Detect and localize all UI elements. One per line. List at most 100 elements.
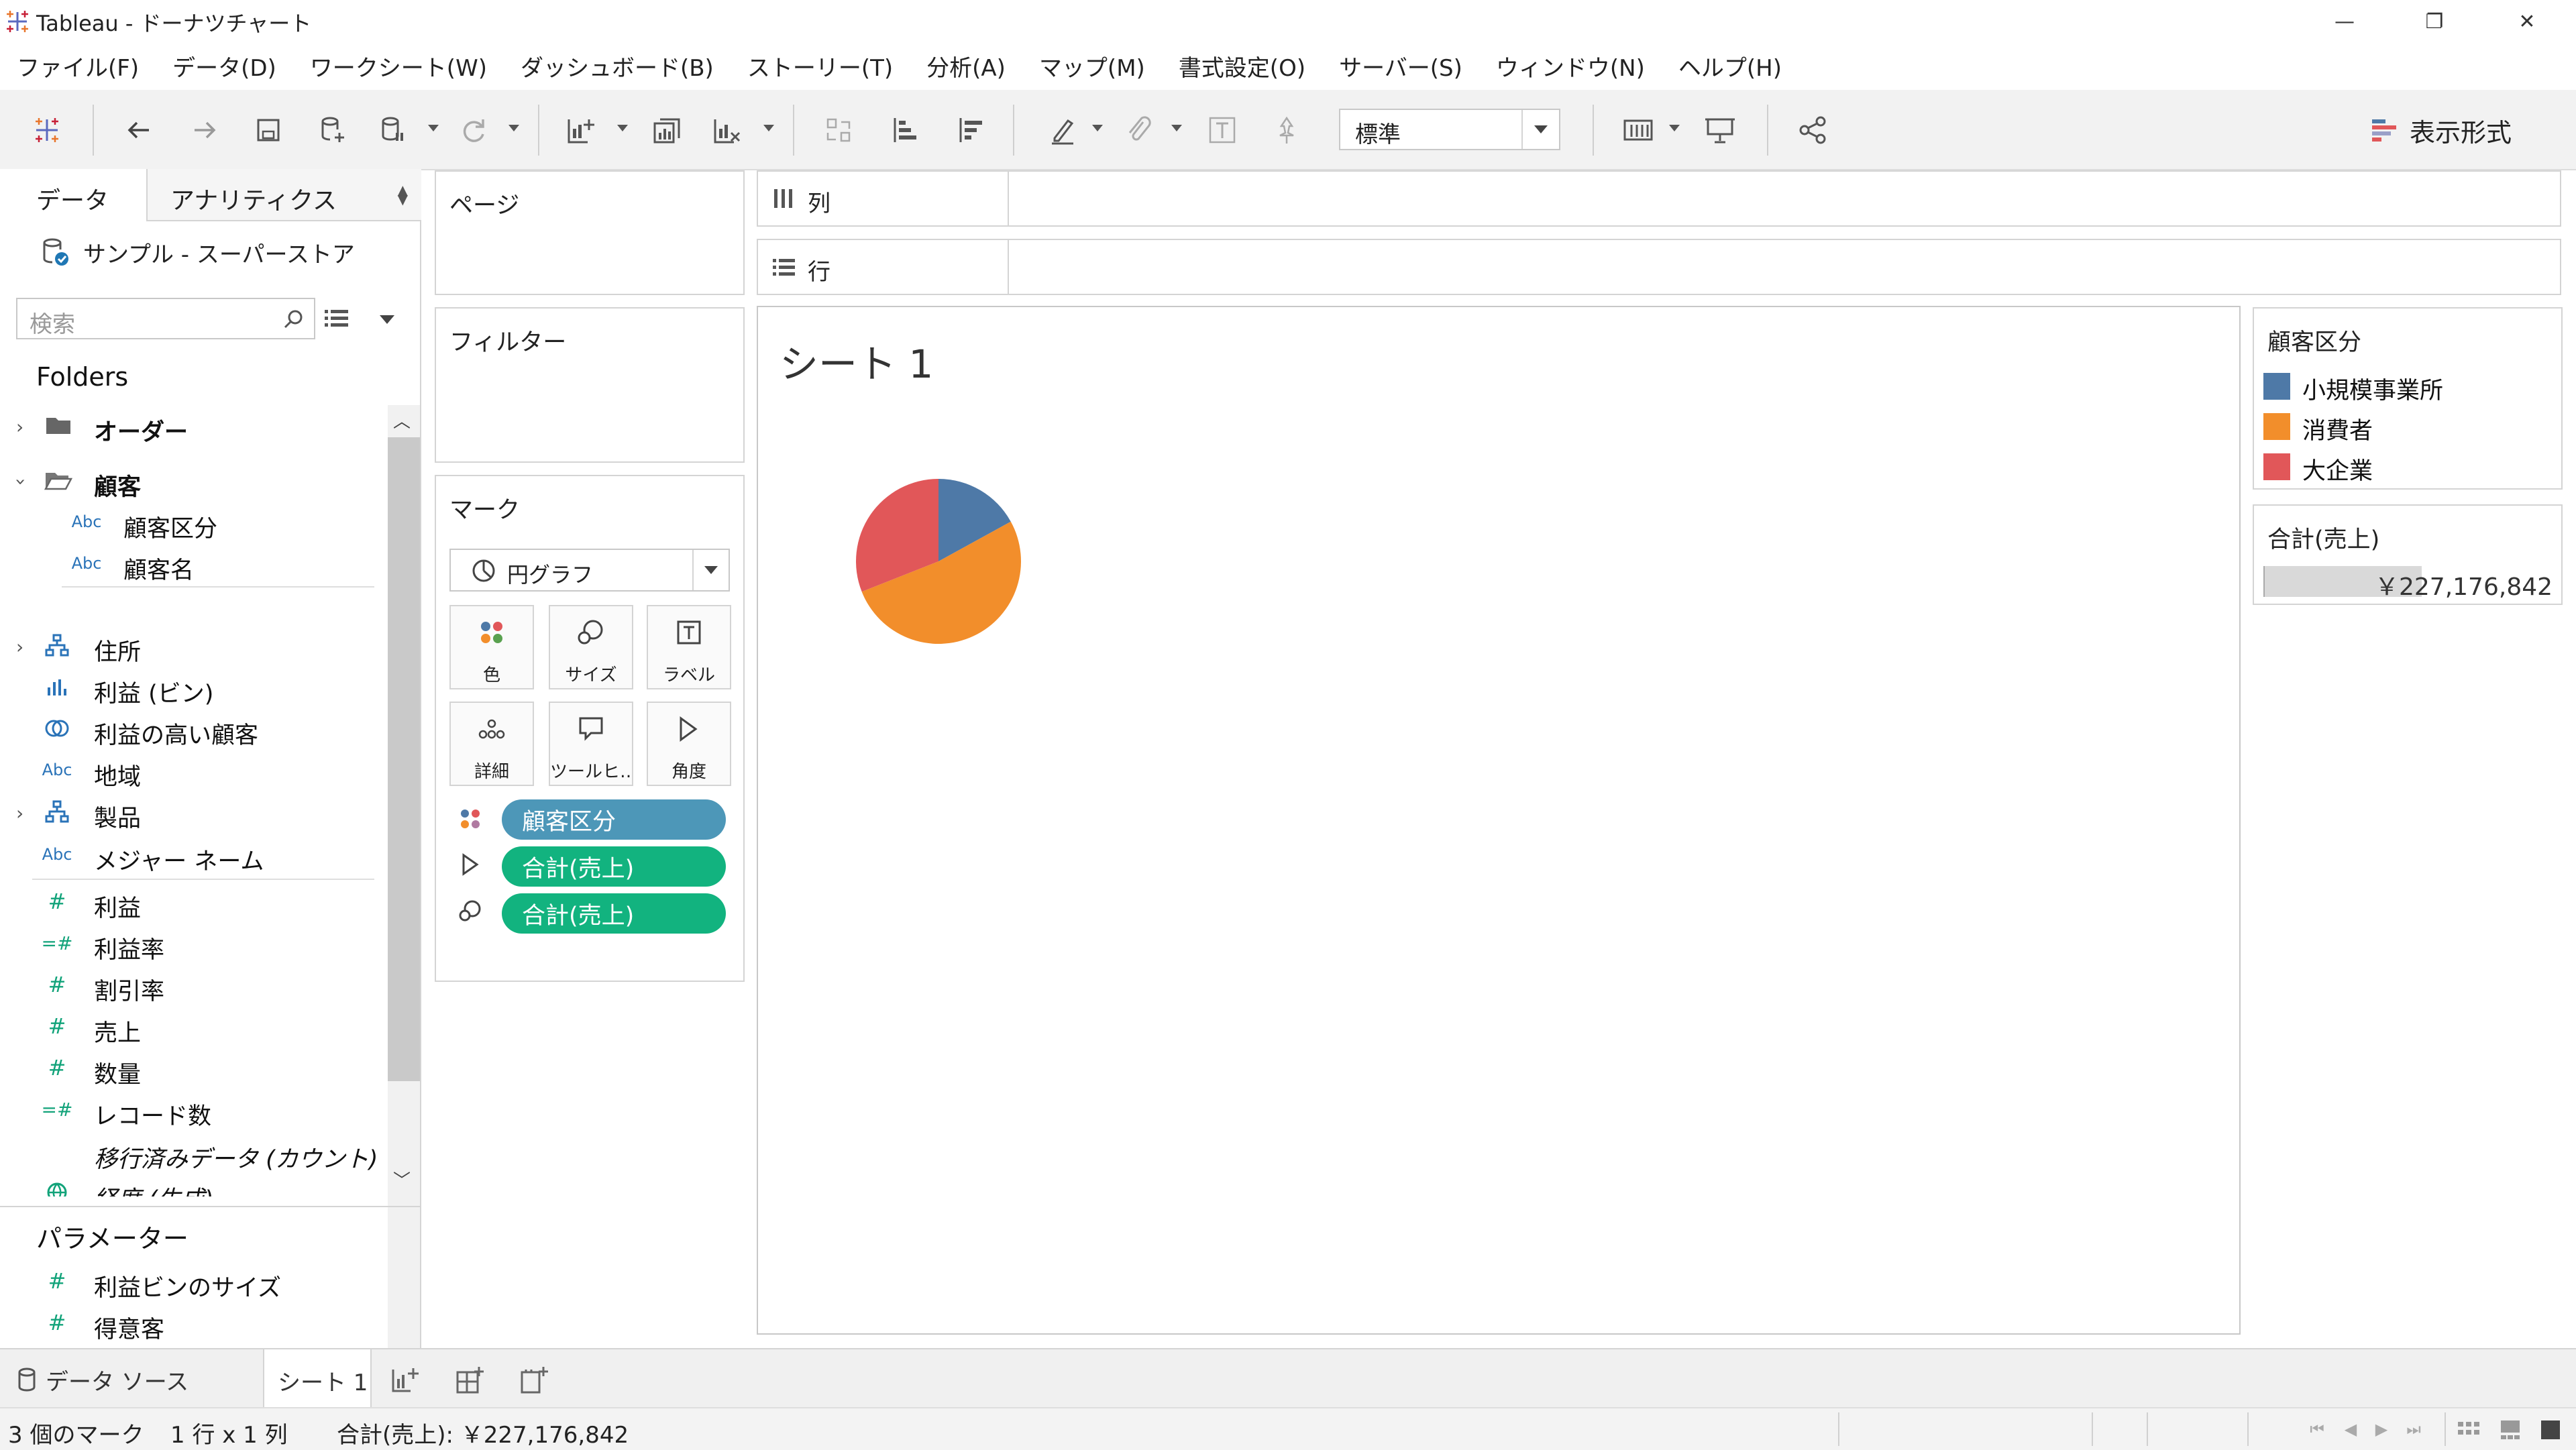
show-me-button[interactable]: 表示形式 [2368, 110, 2512, 150]
menu-map[interactable]: マップ(M) [1039, 50, 1145, 82]
close-button[interactable]: ✕ [2490, 3, 2564, 40]
legend-item[interactable]: 大企業 [2263, 445, 2552, 485]
menu-data[interactable]: データ(D) [172, 50, 276, 82]
show-mark-labels-icon[interactable] [1202, 110, 1242, 150]
field-address-hierarchy[interactable]: › 住所 [0, 625, 382, 667]
fit-dropdown[interactable]: 標準 [1339, 109, 1560, 150]
swap-rows-columns-icon[interactable] [818, 110, 859, 150]
save-icon[interactable] [248, 110, 288, 150]
field-record-count[interactable]: =# レコード数 [0, 1089, 382, 1131]
fields-scroll-thumb[interactable] [388, 437, 420, 1081]
show-tabs-icon[interactable] [2537, 1418, 2564, 1442]
chevron-right-icon[interactable]: › [16, 416, 23, 438]
view-list-icon[interactable] [322, 304, 352, 334]
show-cards-icon[interactable] [1618, 110, 1658, 150]
chevron-down-icon[interactable] [692, 550, 729, 590]
presentation-mode-icon[interactable] [1700, 110, 1740, 150]
tooltip-button[interactable]: ツールヒ… [549, 702, 633, 786]
menu-format[interactable]: 書式設定(O) [1179, 50, 1305, 82]
field-profit-bin[interactable]: 利益 (ビン) [0, 667, 382, 708]
show-filmstrip-icon[interactable] [2497, 1418, 2524, 1442]
field-high-profit-customers[interactable]: 利益の高い顧客 [0, 708, 382, 750]
mark-type-dropdown[interactable]: 円グラフ [449, 549, 730, 592]
minimize-button[interactable]: — [2308, 3, 2381, 40]
next-sheet-icon[interactable]: ▶ [2369, 1418, 2394, 1441]
param-top-customers[interactable]: # 得意客 [0, 1302, 382, 1344]
detail-button[interactable]: 詳細 [449, 702, 534, 786]
pause-updates-icon[interactable] [373, 110, 413, 150]
columns-shelf[interactable]: 列 [757, 170, 2561, 227]
prev-sheet-icon[interactable]: ◀ [2339, 1418, 2363, 1441]
pill-sum-sales-angle[interactable]: 合計(売上) [502, 846, 726, 887]
tab-analytics[interactable]: アナリティクス ▲ ▼ [146, 169, 421, 221]
show-sheet-sorter-icon[interactable] [2455, 1418, 2482, 1442]
field-region[interactable]: Abc 地域 [0, 750, 382, 791]
view-canvas[interactable]: シート 1 [757, 306, 2241, 1335]
field-measure-names[interactable]: Abc メジャー ネーム [0, 834, 382, 876]
undo-icon[interactable] [119, 110, 160, 150]
size-button[interactable]: サイズ [549, 605, 633, 689]
pill-customer-segment[interactable]: 顧客区分 [502, 799, 726, 840]
restore-button[interactable]: ❐ [2398, 3, 2471, 40]
sheet-tab-active[interactable]: シート 1 [263, 1349, 372, 1407]
duplicate-sheet-icon[interactable] [647, 110, 687, 150]
new-datasource-icon[interactable] [313, 110, 353, 150]
new-dashboard-tab-icon[interactable] [452, 1363, 487, 1398]
refresh-icon[interactable] [453, 110, 494, 150]
fix-axes-icon[interactable] [1267, 110, 1307, 150]
new-worksheet-tab-icon[interactable] [388, 1363, 423, 1398]
sort-descending-icon[interactable] [950, 110, 990, 150]
field-quantity[interactable]: # 数量 [0, 1048, 382, 1089]
search-icon[interactable] [282, 307, 306, 331]
folder-customer[interactable]: › 顧客 [0, 460, 382, 502]
field-customer-segment[interactable]: Abc 顧客区分 [0, 502, 382, 543]
field-sales[interactable]: # 売上 [0, 1006, 382, 1048]
last-sheet-icon[interactable]: ⏭ [2402, 1418, 2426, 1441]
field-profit[interactable]: # 利益 [0, 881, 382, 923]
chevron-right-icon[interactable]: › [16, 802, 23, 824]
chevron-right-icon[interactable]: › [16, 636, 23, 658]
pane-menu-icon[interactable] [380, 315, 394, 324]
angle-button[interactable]: 角度 [647, 702, 731, 786]
new-worksheet-icon[interactable] [561, 110, 601, 150]
field-profit-ratio[interactable]: =# 利益率 [0, 923, 382, 964]
datasource-tab[interactable]: データ ソース [15, 1363, 189, 1396]
menu-help[interactable]: ヘルプ(H) [1678, 50, 1782, 82]
group-members-icon[interactable] [1119, 110, 1159, 150]
legend-item[interactable]: 消費者 [2263, 405, 2552, 445]
scroll-up-icon[interactable]: ︿ [393, 408, 411, 433]
menu-worksheet[interactable]: ワークシート(W) [310, 50, 487, 82]
field-discount[interactable]: # 割引率 [0, 964, 382, 1006]
field-product-hierarchy[interactable]: › 製品 [0, 791, 382, 833]
menu-window[interactable]: ウィンドウ(N) [1496, 50, 1645, 82]
menu-dashboard[interactable]: ダッシュボード(B) [521, 50, 714, 82]
new-story-tab-icon[interactable] [517, 1363, 551, 1398]
field-longitude-generated[interactable]: 経度 (生成) [0, 1172, 382, 1196]
menu-file[interactable]: ファイル(F) [17, 50, 139, 82]
field-customer-name[interactable]: Abc 顧客名 [0, 543, 382, 585]
redo-icon[interactable] [184, 110, 224, 150]
rows-shelf[interactable]: 行 [757, 239, 2561, 295]
tab-scroll-arrows-icon[interactable]: ▲ ▼ [398, 183, 408, 206]
label-button[interactable]: ラベル [647, 605, 731, 689]
folder-order[interactable]: › オーダー [0, 405, 382, 447]
highlight-icon[interactable] [1042, 110, 1083, 150]
field-search-input[interactable]: 検索 [16, 298, 315, 339]
tab-data[interactable]: データ [0, 169, 145, 221]
datasource-row[interactable]: サンプル - スーパーストア [0, 227, 420, 274]
chevron-down-icon[interactable] [1521, 110, 1559, 149]
pill-sum-sales-size[interactable]: 合計(売上) [502, 893, 726, 934]
param-profit-bin-size[interactable]: # 利益ビンのサイズ [0, 1261, 382, 1302]
share-icon[interactable] [1792, 110, 1833, 150]
sort-ascending-icon[interactable] [884, 110, 924, 150]
menu-server[interactable]: サーバー(S) [1339, 50, 1462, 82]
legend-item[interactable]: 小規模事業所 [2263, 365, 2552, 404]
tableau-home-icon[interactable] [27, 110, 67, 150]
clear-sheet-icon[interactable] [707, 110, 747, 150]
first-sheet-icon[interactable]: ⏮ [2305, 1418, 2329, 1441]
scroll-down-icon[interactable]: ﹀ [393, 1167, 411, 1192]
menu-story[interactable]: ストーリー(T) [747, 50, 893, 82]
field-migrated-data-count[interactable]: 移行済みデータ (カウント) [0, 1132, 382, 1174]
pages-card[interactable]: ページ [435, 170, 745, 295]
menu-analysis[interactable]: 分析(A) [926, 50, 1006, 82]
